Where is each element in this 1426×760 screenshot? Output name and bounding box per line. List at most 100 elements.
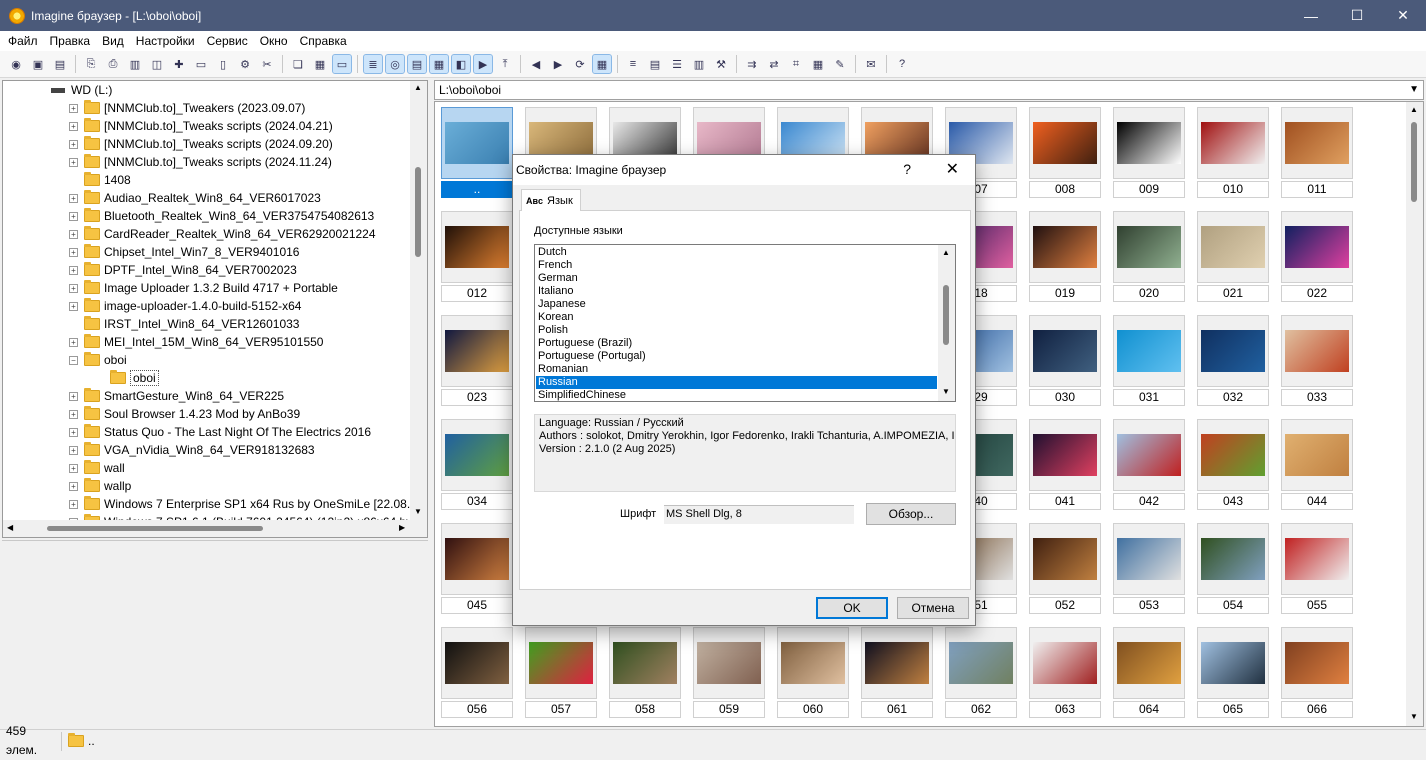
tree-item[interactable]: + DPTF_Intel_Win8_64_VER7002023: [69, 261, 297, 279]
tree-item[interactable]: + [NNMClub.to]_Tweakers (2023.09.07): [69, 99, 305, 117]
thumbnail[interactable]: 054: [1197, 523, 1269, 615]
tree-item[interactable]: + VGA_nVidia_Win8_64_VER918132683: [69, 441, 315, 459]
tab-language[interactable]: Aʙc Язык: [521, 189, 581, 211]
scroll-right-arrow-icon[interactable]: ▶: [399, 523, 405, 532]
tree-item[interactable]: − oboi: [69, 351, 127, 369]
tree-item[interactable]: IRST_Intel_Win8_64_VER12601033: [69, 315, 299, 333]
scroll-down-arrow-icon[interactable]: ▼: [942, 387, 950, 396]
cancel-button[interactable]: Отмена: [897, 597, 969, 619]
thumbnail[interactable]: 008: [1029, 107, 1101, 199]
language-list[interactable]: Dutch French German Italiano Japanese Korean P…: [534, 244, 956, 402]
thumbnail[interactable]: 064: [1113, 627, 1185, 719]
tree-horizontal-scrollbar[interactable]: ◀ ▶: [3, 520, 427, 537]
fit-icon[interactable]: ◧: [451, 54, 471, 74]
refresh-icon[interactable]: ⟳: [571, 55, 589, 73]
small-icons-icon[interactable]: ▤: [646, 55, 664, 73]
trash-icon[interactable]: ▯: [214, 55, 232, 73]
expand-icon[interactable]: +: [69, 409, 78, 419]
contact-sheet-icon[interactable]: ▦: [809, 55, 827, 73]
scroll-up-arrow-icon[interactable]: ▲: [1410, 105, 1418, 114]
expand-icon[interactable]: +: [69, 481, 78, 491]
language-item[interactable]: Russian: [536, 376, 937, 389]
tree-item[interactable]: + Status Quo - The Last Night Of The Elec…: [69, 423, 371, 441]
expand-icon[interactable]: +: [69, 247, 78, 257]
cut-icon[interactable]: ✂: [258, 55, 276, 73]
tree-item[interactable]: + [NNMClub.to]_Tweaks scripts (2024.04.21…: [69, 117, 333, 135]
thumbnail[interactable]: 061: [861, 627, 933, 719]
tree-item[interactable]: + Bluetooth_Realtek_Win8_64_VER3754754082…: [69, 207, 374, 225]
help-button[interactable]: ?: [903, 161, 911, 177]
tree-item[interactable]: + CardReader_Realtek_Win8_64_VER629200212…: [69, 225, 376, 243]
expand-icon[interactable]: +: [69, 445, 78, 455]
thumbnail[interactable]: 060: [777, 627, 849, 719]
scroll-up-arrow-icon[interactable]: ▲: [942, 248, 950, 257]
help-icon[interactable]: ?: [893, 55, 911, 73]
tree-item-drive[interactable]: WD (L:): [51, 81, 112, 99]
language-item[interactable]: Korean: [536, 311, 937, 324]
thumbnail[interactable]: 021: [1197, 211, 1269, 303]
thumbnail[interactable]: ..: [441, 107, 513, 199]
menu-window[interactable]: Окно: [254, 34, 294, 48]
menu-settings[interactable]: Настройки: [130, 34, 201, 48]
thumbnails-icon[interactable]: ▦: [592, 54, 612, 74]
paste-icon[interactable]: ▦: [311, 55, 329, 73]
tree-item[interactable]: + MEI_Intel_15M_Win8_64_VER95101550: [69, 333, 323, 351]
expand-icon[interactable]: +: [69, 211, 78, 221]
thumbnail[interactable]: 052: [1029, 523, 1101, 615]
scroll-down-arrow-icon[interactable]: ▼: [414, 507, 422, 516]
language-item[interactable]: French: [536, 259, 937, 272]
thumbs-vertical-scrollbar[interactable]: ▲ ▼: [1406, 102, 1423, 726]
preview-icon[interactable]: ◎: [385, 54, 405, 74]
thumbnail[interactable]: 020: [1113, 211, 1185, 303]
thumbnail[interactable]: 031: [1113, 315, 1185, 407]
thumbnail[interactable]: 059: [693, 627, 765, 719]
thumbnail[interactable]: 023: [441, 315, 513, 407]
language-scroll-thumb[interactable]: [943, 285, 949, 345]
tree-scroll-thumb[interactable]: [415, 167, 421, 257]
menu-edit[interactable]: Правка: [44, 34, 97, 48]
thumbnail[interactable]: 055: [1281, 523, 1353, 615]
expand-icon[interactable]: +: [69, 121, 78, 131]
language-item[interactable]: German: [536, 272, 937, 285]
menu-file[interactable]: Файл: [2, 34, 44, 48]
expand-icon[interactable]: +: [69, 391, 78, 401]
menu-service[interactable]: Сервис: [201, 34, 254, 48]
expand-icon[interactable]: +: [69, 301, 78, 311]
copy-file-icon[interactable]: ⎘: [82, 55, 100, 73]
tree-item[interactable]: oboi: [95, 369, 159, 387]
details-icon[interactable]: ☰: [668, 55, 686, 73]
expand-icon[interactable]: +: [69, 103, 78, 113]
thumbnail[interactable]: 065: [1197, 627, 1269, 719]
open-icon[interactable]: ▣: [29, 55, 47, 73]
panel-icon[interactable]: ▭: [332, 54, 352, 74]
address-bar[interactable]: L:\oboi\oboi ▼: [434, 80, 1424, 100]
language-item[interactable]: Japanese: [536, 298, 937, 311]
thumbnail[interactable]: 022: [1281, 211, 1353, 303]
thumbnail[interactable]: 009: [1113, 107, 1185, 199]
minimize-button[interactable]: —: [1288, 0, 1334, 31]
expand-icon[interactable]: +: [69, 283, 78, 293]
scroll-up-arrow-icon[interactable]: ▲: [414, 83, 422, 92]
slideshow-icon[interactable]: ▶: [473, 54, 493, 74]
language-item[interactable]: SimplifiedChinese: [536, 389, 937, 401]
thumbnail[interactable]: 045: [441, 523, 513, 615]
tree-item[interactable]: + Audiao_Realtek_Win8_64_VER6017023: [69, 189, 321, 207]
print-icon[interactable]: ⎙: [104, 55, 122, 73]
properties-icon[interactable]: ⚙: [236, 55, 254, 73]
tree-item[interactable]: 1408: [69, 171, 131, 189]
language-item[interactable]: Portuguese (Portugal): [536, 350, 937, 363]
report-icon[interactable]: ▥: [690, 55, 708, 73]
folder-up-icon[interactable]: ⤒: [496, 55, 514, 73]
language-list-scrollbar[interactable]: ▲ ▼: [938, 245, 955, 401]
maximize-button[interactable]: ☐: [1334, 0, 1380, 31]
language-item[interactable]: Dutch: [536, 246, 937, 259]
collapse-icon[interactable]: −: [69, 355, 78, 365]
thumbnail[interactable]: 066: [1281, 627, 1353, 719]
thumbs-scroll-thumb[interactable]: [1411, 122, 1417, 202]
ok-button[interactable]: OK: [816, 597, 888, 619]
thumbnail[interactable]: 019: [1029, 211, 1101, 303]
thumbnail[interactable]: 010: [1197, 107, 1269, 199]
tree-item[interactable]: + Image Uploader 1.3.2 Build 4717 + Porta…: [69, 279, 338, 297]
back-icon[interactable]: ◀: [527, 55, 545, 73]
tree-item[interactable]: + wall: [69, 459, 125, 477]
